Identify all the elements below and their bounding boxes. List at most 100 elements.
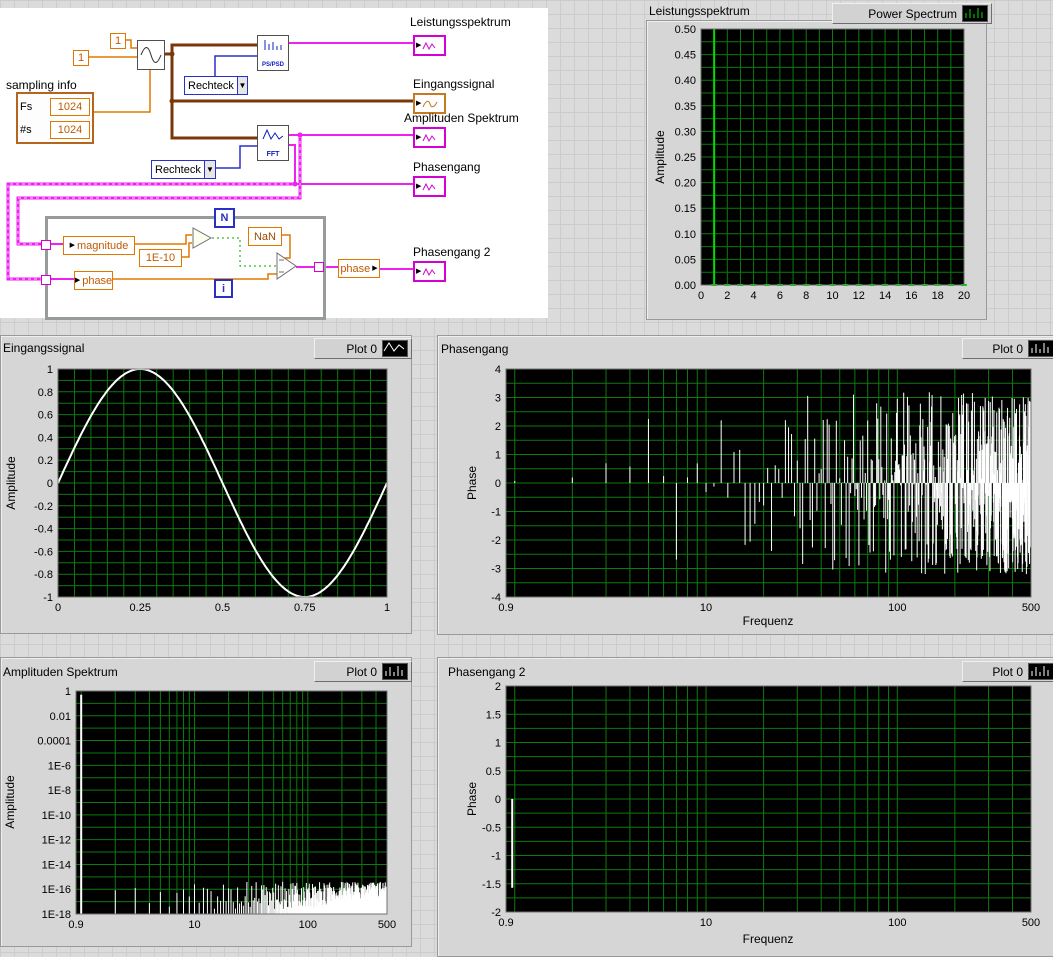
legend-label: Plot 0	[346, 341, 377, 356]
loop-iteration-terminal[interactable]: i	[214, 279, 233, 298]
chart-eingangssignal: Eingangssignal Plot 0 Amplitude 0 0.25 0.5…	[0, 335, 412, 634]
svg-text:8: 8	[803, 290, 809, 302]
svg-text:1: 1	[384, 602, 390, 614]
numeric-constant[interactable]: 1	[73, 50, 89, 66]
window-type-dropdown[interactable]: Rechteck ▼	[184, 76, 248, 95]
ns-label: #s	[20, 123, 32, 136]
legend-label: Plot 0	[992, 664, 1023, 679]
plot-legend[interactable]: Power Spectrum	[832, 3, 992, 24]
svg-text:2: 2	[724, 290, 730, 302]
chevron-down-icon[interactable]: ▼	[236, 77, 247, 94]
svg-text:0.05: 0.05	[675, 254, 696, 266]
indicator-arrow-icon: ▶	[416, 183, 422, 190]
svg-text:1: 1	[495, 450, 501, 462]
svg-text:20: 20	[958, 290, 970, 302]
mini-graph-icon	[422, 267, 436, 276]
chart-plot-area: 0.9 10 100 500 1 0.01 0.0001 1E-6 1E-8 1E-10 1E-12…	[37, 686, 396, 931]
legend-label: Plot 0	[992, 341, 1023, 356]
phasengang-terminal[interactable]: ▶	[413, 176, 446, 197]
svg-text:0.50: 0.50	[675, 24, 696, 36]
indicator-arrow-icon: ▶	[416, 42, 422, 49]
svg-text:6: 6	[777, 290, 783, 302]
chart-plot-area: 0 2 4 6 8 10 12 14 16 18 20 0.50 0.45 0.40 0.35 0.30 0.2…	[675, 24, 971, 302]
mini-graph-icon	[422, 133, 436, 142]
chevron-down-icon[interactable]: ▼	[203, 161, 215, 178]
svg-text:1E-16: 1E-16	[42, 884, 71, 896]
spectrum-glyph	[264, 40, 282, 50]
select-function-icon[interactable]	[276, 252, 298, 280]
svg-text:1: 1	[47, 364, 53, 376]
svg-text:-2: -2	[491, 907, 501, 919]
svg-text:3: 3	[495, 393, 501, 405]
svg-text:1E-6: 1E-6	[48, 760, 71, 772]
fft-function-icon[interactable]: FFT	[257, 125, 289, 161]
nan-constant[interactable]: NaN	[248, 227, 282, 246]
svg-text:-1.5: -1.5	[482, 879, 501, 891]
svg-text:1: 1	[65, 686, 71, 698]
y-axis-label: Phase	[465, 781, 479, 817]
indicator-arrow-icon: ▶	[416, 268, 422, 275]
svg-text:-4: -4	[491, 592, 501, 604]
amplituden-spektrum-terminal[interactable]: ▶	[413, 127, 446, 148]
svg-text:4: 4	[495, 364, 501, 376]
svg-text:-1: -1	[491, 851, 501, 863]
loop-count-terminal[interactable]: N	[214, 208, 235, 228]
svg-text:0.6: 0.6	[38, 410, 53, 422]
plot-legend[interactable]: Plot 0	[314, 661, 412, 682]
svg-text:14: 14	[879, 290, 891, 302]
tolerance-constant[interactable]: 1E-10	[139, 249, 182, 267]
phase-output[interactable]: phase ▶	[338, 259, 380, 278]
chart-phasengang-2: Phasengang 2 Plot 0 Phase Frequenz 0.9 10…	[437, 657, 1053, 957]
svg-text:1: 1	[495, 738, 501, 750]
legend-plot-icon	[1028, 663, 1053, 680]
fs-value[interactable]: 1024	[50, 97, 90, 116]
plot-legend[interactable]: Plot 0	[962, 661, 1053, 682]
legend-plot-icon	[1028, 340, 1053, 357]
mini-graph-icon	[422, 182, 436, 191]
plot-legend[interactable]: Plot 0	[314, 338, 412, 359]
ps-psd-label: PS/PSD	[261, 62, 284, 68]
svg-text:10: 10	[188, 919, 200, 931]
magnitude-label: magnitude	[77, 239, 129, 252]
legend-label: Plot 0	[346, 664, 377, 679]
svg-text:-0.5: -0.5	[482, 822, 501, 834]
svg-text:0.8: 0.8	[38, 387, 53, 399]
svg-text:0.30: 0.30	[675, 126, 696, 138]
legend-plot-icon	[382, 663, 408, 680]
numeric-constant[interactable]: 1	[110, 33, 126, 49]
signal-generator-icon[interactable]	[137, 40, 165, 70]
loop-tunnel	[41, 275, 51, 285]
svg-text:0.25: 0.25	[675, 152, 696, 164]
leistungsspektrum-terminal[interactable]: ▶	[413, 35, 446, 56]
chart-plot-area: 0.9 10 100 500 2 1.5 1 0.5 0 -0.5 -1 -1.5 -2	[482, 681, 1040, 929]
svg-text:0.01: 0.01	[50, 711, 71, 723]
less-than-icon[interactable]	[192, 227, 214, 249]
power-spectrum-function-icon[interactable]: PS/PSD	[257, 35, 289, 71]
window-type-dropdown-2[interactable]: Rechteck ▼	[151, 160, 216, 179]
chart-title: Amplituden Spektrum	[3, 665, 118, 679]
svg-text:-0.6: -0.6	[34, 546, 53, 558]
phase-input[interactable]: ▶ phase	[74, 271, 113, 290]
svg-text:2: 2	[495, 421, 501, 433]
output-arrow-icon: ▶	[372, 265, 378, 272]
svg-text:0.5: 0.5	[486, 766, 501, 778]
svg-text:2: 2	[495, 681, 501, 693]
indicator-arrow-icon: ▶	[416, 100, 422, 107]
input-arrow-icon: ▶	[69, 242, 75, 249]
sampling-info-label: sampling info	[6, 78, 77, 92]
svg-text:0.10: 0.10	[675, 229, 696, 241]
phase-in-label: phase	[82, 274, 113, 287]
chart-title: Phasengang	[441, 342, 509, 356]
svg-text:100: 100	[888, 917, 906, 929]
sampling-info-cluster[interactable]: Fs 1024 #s 1024	[16, 92, 94, 144]
plot-legend[interactable]: Plot 0	[962, 338, 1053, 359]
chart-title: Eingangssignal	[3, 341, 85, 355]
svg-text:0.9: 0.9	[498, 602, 513, 614]
y-axis-label: Phase	[465, 465, 479, 501]
svg-text:100: 100	[888, 602, 906, 614]
phasengang-2-terminal[interactable]: ▶	[413, 261, 446, 282]
ns-value[interactable]: 1024	[50, 120, 90, 139]
svg-text:1E-10: 1E-10	[42, 810, 71, 822]
chart-amplituden-spektrum: Amplituden Spektrum Plot 0 Amplitude 0.9…	[0, 657, 412, 947]
magnitude-input[interactable]: ▶ magnitude	[63, 236, 135, 255]
